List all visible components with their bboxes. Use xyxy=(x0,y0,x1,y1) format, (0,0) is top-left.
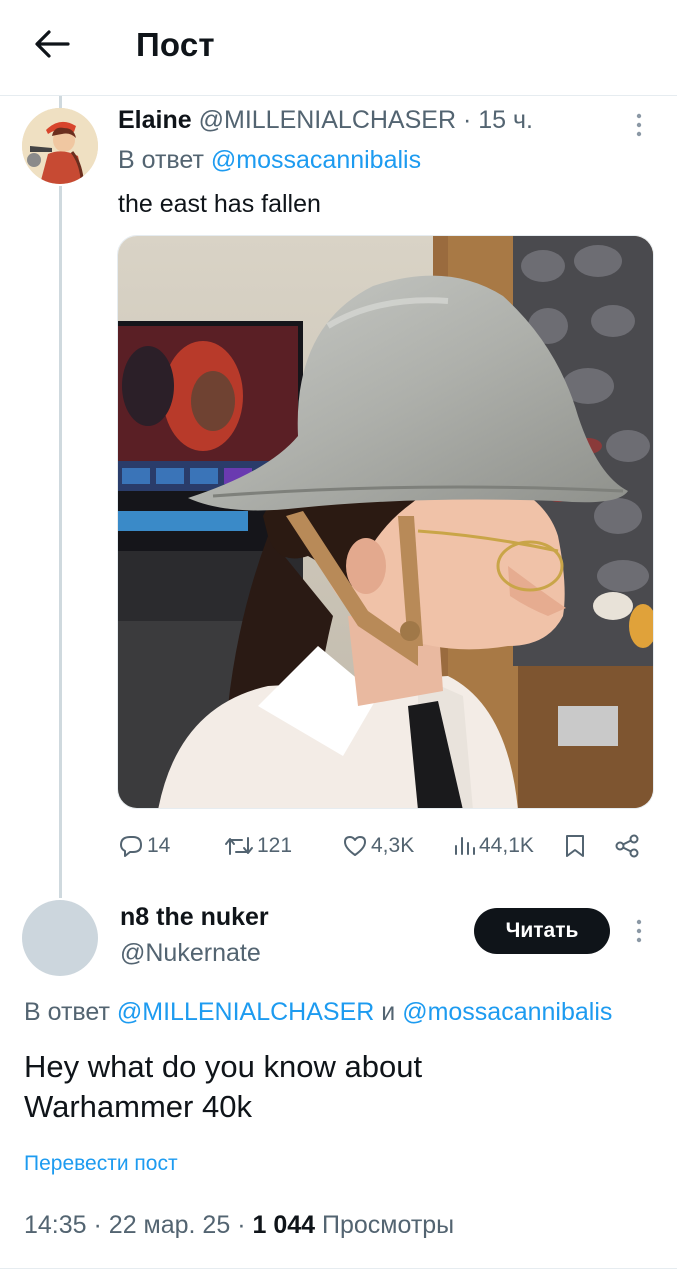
top-bar: Пост xyxy=(0,0,677,96)
mention-link-2[interactable]: @mossacannibalis xyxy=(402,998,612,1026)
comment-icon xyxy=(120,836,142,857)
replying-to: В ответ @mossacannibalis xyxy=(118,146,421,175)
post-meta: 14:35 · 22 мар. 25 · 1 044 Просмотры xyxy=(24,1211,454,1240)
tweet-actions: 14 121 4,3K 44,1K xyxy=(118,826,648,866)
more-options-button-2[interactable] xyxy=(626,916,652,946)
like-count: 4,3K xyxy=(371,834,415,857)
photo-person-helmet xyxy=(118,236,653,808)
arrow-left-icon xyxy=(35,30,70,58)
avatar-illustration xyxy=(22,108,98,184)
retweet-count: 121 xyxy=(257,834,293,857)
avatar-nukernate[interactable] xyxy=(22,900,98,976)
mention-link-1[interactable]: @MILLENIALCHASER xyxy=(117,998,374,1026)
views-label: Просмотры xyxy=(322,1211,455,1239)
views-count: 44,1K xyxy=(479,834,534,857)
author-handle-2[interactable]: @Nukernate xyxy=(120,939,261,968)
post-time-2[interactable]: 14:35 xyxy=(24,1211,87,1239)
tweet-text-line-2: Warhammer 40k xyxy=(24,1089,252,1124)
follow-button[interactable]: Читать xyxy=(474,908,610,954)
views-bar-icon xyxy=(455,837,475,855)
post-date[interactable]: 22 мар. 25 xyxy=(109,1211,230,1239)
more-options-button[interactable] xyxy=(626,110,652,140)
replying-to-2: В ответ @MILLENIALCHASER и @mossacanniba… xyxy=(24,998,612,1027)
bookmark-button[interactable] xyxy=(564,826,589,866)
translate-post-link[interactable]: Перевести пост xyxy=(24,1152,178,1176)
author-name[interactable]: Elaine xyxy=(118,106,192,134)
heart-icon xyxy=(344,836,366,856)
like-button[interactable]: 4,3K xyxy=(342,826,414,866)
reply-button[interactable]: 14 xyxy=(118,826,170,866)
reply-prefix-2: В ответ xyxy=(24,998,110,1026)
reply-conjunction: и xyxy=(381,998,396,1026)
divider xyxy=(0,1268,677,1269)
retweet-icon xyxy=(225,837,253,855)
avatar-elaine[interactable] xyxy=(22,108,98,184)
author-handle[interactable]: @MILLENIALCHASER xyxy=(199,106,456,134)
reply-count: 14 xyxy=(147,834,171,857)
separator-dot: · xyxy=(237,1211,246,1239)
tweet-text-line-1: Hey what do you know about xyxy=(24,1049,423,1084)
more-vertical-icon xyxy=(636,919,642,943)
share-icon xyxy=(615,834,639,858)
share-button[interactable] xyxy=(614,826,643,866)
views-total: 1 044 xyxy=(252,1211,316,1239)
back-button[interactable] xyxy=(30,24,74,64)
post-time[interactable]: 15 ч. xyxy=(478,106,533,134)
views-button[interactable]: 44,1K xyxy=(452,826,534,866)
tweet-photo[interactable] xyxy=(117,235,654,809)
bookmark-icon xyxy=(566,835,584,857)
author-name-2[interactable]: n8 the nuker xyxy=(120,903,269,932)
reply-prefix: В ответ xyxy=(118,146,204,174)
tweet-text-2: Hey what do you know about Warhammer 40k xyxy=(24,1047,644,1127)
tweet1-header: Elaine @MILLENIALCHASER · 15 ч. xyxy=(118,106,533,135)
retweet-button[interactable]: 121 xyxy=(224,826,292,866)
tweet-text: the east has fallen xyxy=(118,190,321,218)
separator-dot: · xyxy=(93,1211,102,1239)
more-vertical-icon xyxy=(636,113,642,137)
separator-dot: · xyxy=(462,106,472,134)
page-title: Пост xyxy=(136,26,215,63)
mention-link[interactable]: @mossacannibalis xyxy=(211,146,421,174)
thread-connector-top xyxy=(59,96,62,108)
thread-connector xyxy=(59,186,62,898)
